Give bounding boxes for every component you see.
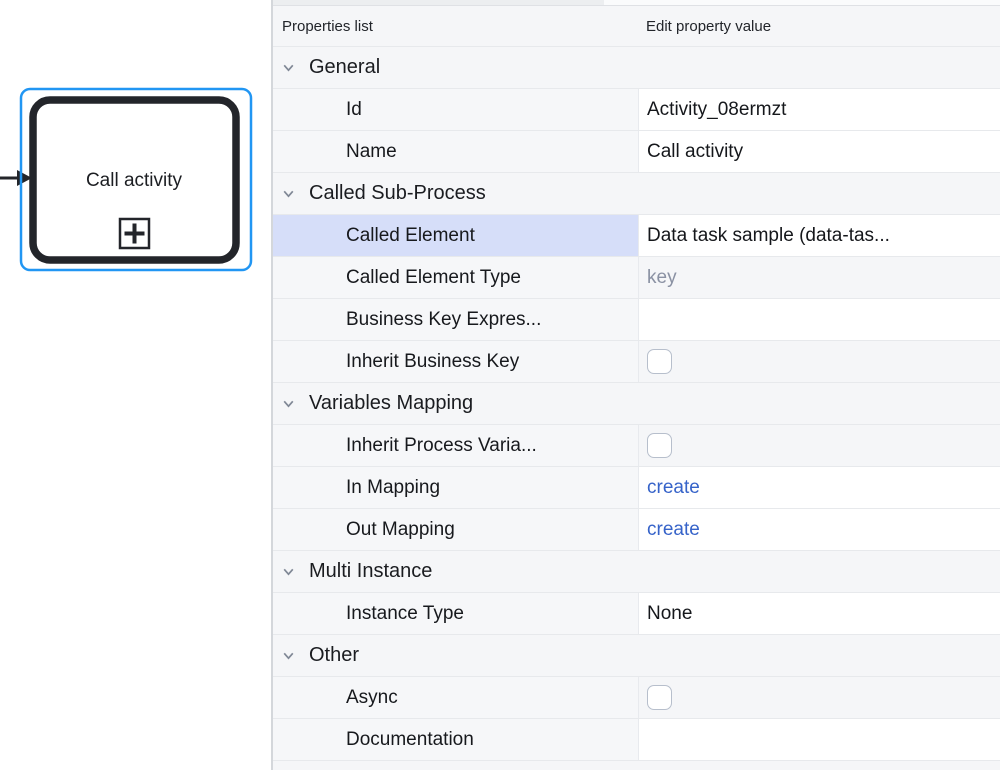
section-label: Variables Mapping	[309, 392, 473, 415]
property-label[interactable]: Instance Type	[273, 593, 638, 634]
property-value-input[interactable]: Call activity	[638, 131, 1000, 172]
section-called-sub-process[interactable]: Called Sub-Process	[273, 173, 1000, 215]
section-other[interactable]: Other	[273, 635, 1000, 677]
property-value-input[interactable]	[638, 299, 1000, 340]
section-general[interactable]: General	[273, 47, 1000, 89]
section-multi-instance[interactable]: Multi Instance	[273, 551, 1000, 593]
shape-label: Call activity	[86, 170, 183, 191]
row-instance-type: Instance Type None	[273, 593, 1000, 635]
row-async: Async	[273, 677, 1000, 719]
property-value-cell	[638, 677, 1000, 718]
header-edit-property-value: Edit property value	[638, 18, 1000, 35]
inherit-business-key-checkbox[interactable]	[647, 349, 672, 374]
property-label[interactable]: Async	[273, 677, 638, 718]
row-business-key-expression: Business Key Expres...	[273, 299, 1000, 341]
row-called-element-type: Called Element Type key	[273, 257, 1000, 299]
next-section-sliver	[273, 761, 1000, 770]
chevron-down-icon	[281, 564, 296, 579]
property-label[interactable]: Business Key Expres...	[273, 299, 638, 340]
section-label: Other	[309, 644, 359, 667]
property-label[interactable]: Called Element Type	[273, 257, 638, 298]
property-value-select[interactable]: None	[638, 593, 1000, 634]
collapsed-subprocess-icon[interactable]	[120, 219, 149, 248]
property-value-input[interactable]: Data task sample (data-tas...	[638, 215, 1000, 256]
in-mapping-create-link[interactable]: create	[647, 477, 700, 499]
section-label: Called Sub-Process	[309, 182, 486, 205]
chevron-down-icon	[281, 186, 296, 201]
property-label[interactable]: In Mapping	[273, 467, 638, 508]
property-value-readonly[interactable]: key	[638, 257, 1000, 298]
property-label[interactable]: Inherit Process Varia...	[273, 425, 638, 466]
property-label[interactable]: Name	[273, 131, 638, 172]
async-checkbox[interactable]	[647, 685, 672, 710]
property-label-selected[interactable]: Called Element	[273, 215, 638, 256]
canvas-svg: Call activity	[0, 0, 271, 770]
properties-panel: Properties list Edit property value Gene…	[271, 0, 1000, 770]
section-label: Multi Instance	[309, 560, 432, 583]
chevron-down-icon	[281, 396, 296, 411]
property-value-cell: create	[638, 467, 1000, 508]
section-variables-mapping[interactable]: Variables Mapping	[273, 383, 1000, 425]
row-called-element: Called Element Data task sample (data-ta…	[273, 215, 1000, 257]
property-value-input[interactable]	[638, 719, 1000, 760]
bpmn-canvas[interactable]: Call activity	[0, 0, 271, 770]
property-label[interactable]: Id	[273, 89, 638, 130]
row-documentation: Documentation	[273, 719, 1000, 761]
property-value-input[interactable]: Activity_08ermzt	[638, 89, 1000, 130]
section-label: General	[309, 56, 380, 79]
property-value-cell	[638, 341, 1000, 382]
property-value-cell	[638, 425, 1000, 466]
chevron-down-icon	[281, 648, 296, 663]
inherit-process-variables-checkbox[interactable]	[647, 433, 672, 458]
row-in-mapping: In Mapping create	[273, 467, 1000, 509]
call-activity-shape[interactable]: Call activity	[33, 100, 236, 260]
property-value-cell: create	[638, 509, 1000, 550]
sequence-flow-arrow[interactable]	[0, 170, 32, 186]
property-label[interactable]: Documentation	[273, 719, 638, 760]
panel-header: Properties list Edit property value	[273, 6, 1000, 47]
row-name: Name Call activity	[273, 131, 1000, 173]
chevron-down-icon	[281, 60, 296, 75]
header-properties-list: Properties list	[273, 18, 638, 35]
property-label[interactable]: Out Mapping	[273, 509, 638, 550]
row-id: Id Activity_08ermzt	[273, 89, 1000, 131]
row-inherit-business-key: Inherit Business Key	[273, 341, 1000, 383]
row-out-mapping: Out Mapping create	[273, 509, 1000, 551]
row-inherit-process-variables: Inherit Process Varia...	[273, 425, 1000, 467]
out-mapping-create-link[interactable]: create	[647, 519, 700, 541]
property-label[interactable]: Inherit Business Key	[273, 341, 638, 382]
